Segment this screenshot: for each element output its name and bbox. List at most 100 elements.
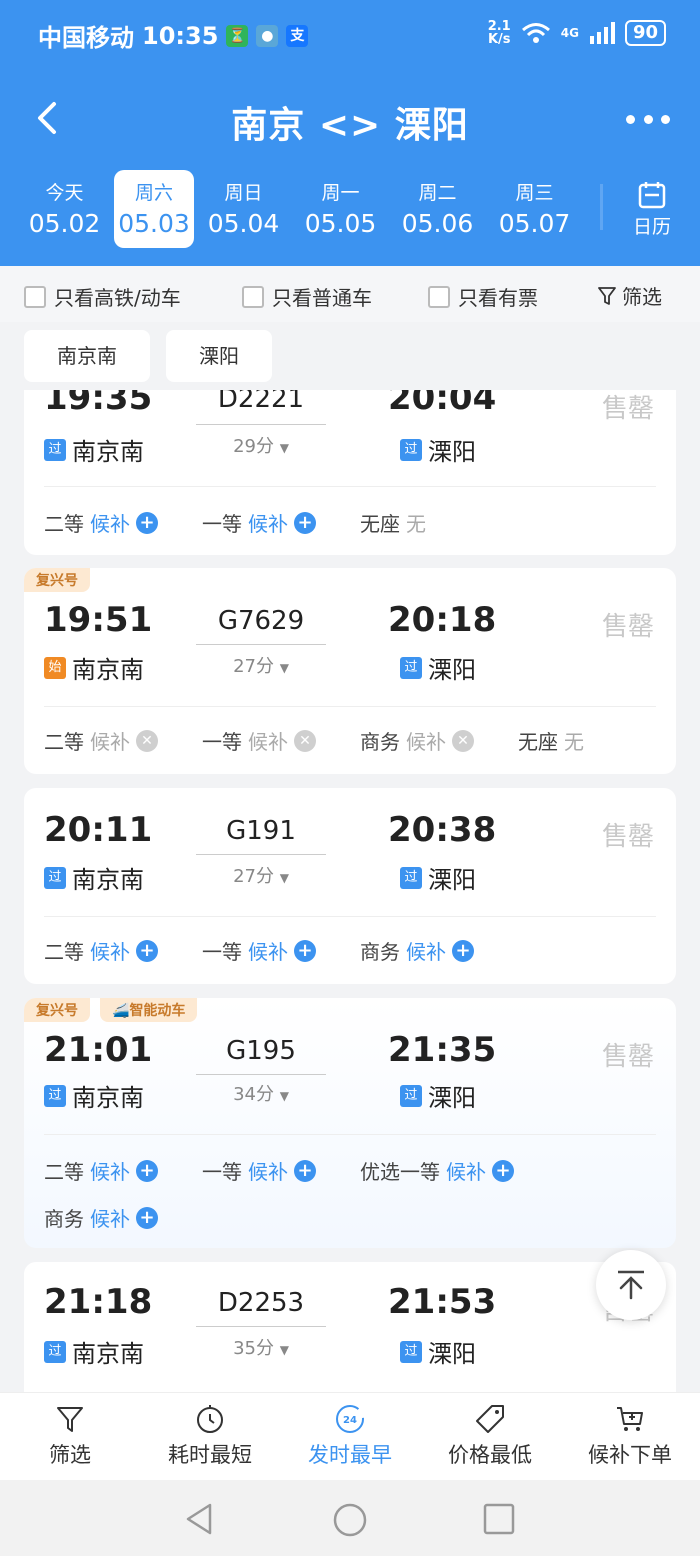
train-duration[interactable]: 27分 ▼ bbox=[196, 652, 326, 678]
seat-name: 二等 bbox=[44, 512, 84, 536]
dot-icon bbox=[661, 114, 670, 124]
fuxing-tag: 复兴号 bbox=[24, 568, 90, 592]
filter-youpiao-checkbox[interactable]: 只看有票 bbox=[428, 282, 538, 311]
caret-down-icon: ▼ bbox=[279, 1343, 289, 1357]
date-tab[interactable]: 周二 05.06 bbox=[389, 170, 486, 248]
tab-earliest[interactable]: 24 发时最早 bbox=[280, 1393, 420, 1480]
seat-name: 一等 bbox=[202, 730, 242, 754]
train-duration[interactable]: 29分 ▼ bbox=[196, 432, 326, 458]
to-station: 过 溧阳 bbox=[400, 1078, 476, 1113]
close-circle-icon: ✕ bbox=[136, 729, 158, 752]
sold-out-label: 售罄 bbox=[601, 1042, 654, 1072]
tab-cheapest[interactable]: 价格最低 bbox=[420, 1393, 560, 1480]
train-duration[interactable]: 35分 ▼ bbox=[196, 1334, 326, 1360]
seat-name: 一等 bbox=[202, 512, 242, 536]
dot-icon bbox=[643, 114, 653, 124]
seat-status: 候补 bbox=[90, 730, 130, 754]
duration-text: 27分 bbox=[233, 866, 274, 887]
seat-class[interactable]: 一等 候补 + bbox=[202, 936, 316, 965]
more-button[interactable] bbox=[626, 104, 670, 134]
date-tab[interactable]: 周三 05.07 bbox=[486, 170, 583, 248]
train-card[interactable]: 21:18 D2253 35分 ▼ 21:53 售罄 过 南京南 过 溧阳 bbox=[24, 1262, 676, 1392]
filter-bar: 只看高铁/动车 只看普通车 只看有票 筛选 bbox=[0, 266, 700, 322]
filter-button[interactable]: 筛选 bbox=[598, 281, 662, 310]
seat-class: 一等 候补 ✕ bbox=[202, 726, 316, 755]
duration-text: 27分 bbox=[233, 656, 274, 677]
header: 中国移动 10:35 ⏳ ● 支 2.1 K/s 4G 90 南京 <> 溧阳 … bbox=[0, 0, 700, 266]
from-station: 过 南京南 bbox=[44, 1078, 144, 1113]
date-value: 05.05 bbox=[304, 209, 377, 238]
station-chip-from[interactable]: 南京南 bbox=[24, 330, 150, 382]
seat-status: 无 bbox=[564, 730, 584, 754]
departure-time: 21:01 bbox=[44, 1030, 153, 1070]
date-weekday: 周六 bbox=[134, 182, 173, 204]
from-station: 始 南京南 bbox=[44, 650, 144, 685]
train-duration[interactable]: 34分 ▼ bbox=[196, 1080, 326, 1106]
to-station: 过 溧阳 bbox=[400, 1334, 476, 1369]
seat-name: 无座 bbox=[518, 730, 558, 754]
date-tab[interactable]: 周一 05.05 bbox=[292, 170, 389, 248]
tab-waitlist-order[interactable]: 候补下单 bbox=[560, 1393, 700, 1480]
filter-youpiao-label: 只看有票 bbox=[458, 286, 538, 310]
date-value: 05.04 bbox=[207, 209, 280, 238]
date-value: 05.06 bbox=[401, 209, 474, 238]
back-triangle-icon[interactable] bbox=[184, 1502, 216, 1536]
to-station: 过 溧阳 bbox=[400, 432, 476, 467]
train-card[interactable]: 复兴号 19:51 G7629 27分 ▼ 20:18 售罄 始 南京南 过 溧… bbox=[24, 568, 676, 774]
plus-icon: + bbox=[452, 939, 474, 962]
station-chip-to[interactable]: 溧阳 bbox=[166, 330, 272, 382]
date-divider bbox=[600, 184, 603, 230]
arrival-time: 20:18 bbox=[388, 600, 497, 640]
calendar-button[interactable]: 日历 bbox=[620, 176, 684, 240]
pass-badge: 过 bbox=[400, 438, 422, 461]
card-divider bbox=[44, 916, 656, 917]
train-card[interactable]: 复兴号 🚄智能动车 21:01 G195 34分 ▼ 21:35 售罄 过 南京… bbox=[24, 998, 676, 1248]
seat-class[interactable]: 一等 候补 + bbox=[202, 1156, 316, 1185]
home-circle-icon[interactable] bbox=[332, 1502, 368, 1538]
date-tab-selected[interactable]: 周六 05.03 bbox=[114, 170, 194, 248]
price-tag-icon bbox=[476, 1405, 504, 1433]
seat-class[interactable]: 优选一等 候补 + bbox=[360, 1156, 514, 1185]
filter-gaotie-checkbox[interactable]: 只看高铁/动车 bbox=[24, 282, 181, 311]
tab-label: 候补下单 bbox=[588, 1443, 672, 1467]
calendar-icon bbox=[638, 182, 666, 209]
carrier: 中国移动 bbox=[38, 24, 134, 52]
pass-badge: 过 bbox=[44, 1084, 66, 1107]
seat-status: 候补 bbox=[446, 1160, 486, 1184]
seat-class[interactable]: 商务 候补 + bbox=[360, 936, 474, 965]
to-station-name: 溧阳 bbox=[428, 1084, 476, 1112]
seat-class[interactable]: 二等 候补 + bbox=[44, 508, 158, 537]
tab-shortest[interactable]: 耗时最短 bbox=[140, 1393, 280, 1480]
date-tab[interactable]: 周日 05.04 bbox=[195, 170, 292, 248]
close-circle-icon: ✕ bbox=[452, 729, 474, 752]
train-card[interactable]: 20:11 G191 27分 ▼ 20:38 售罄 过 南京南 过 溧阳 二等 … bbox=[24, 788, 676, 984]
date-value: 05.07 bbox=[498, 209, 571, 238]
seat-class[interactable]: 二等 候补 + bbox=[44, 1156, 158, 1185]
to-station-name: 溧阳 bbox=[428, 438, 476, 466]
smart-train-text: 智能动车 bbox=[129, 1003, 186, 1019]
tab-filter[interactable]: 筛选 bbox=[0, 1393, 140, 1480]
filter-putong-checkbox[interactable]: 只看普通车 bbox=[242, 282, 372, 311]
back-to-top-button[interactable] bbox=[596, 1250, 666, 1320]
seat-class[interactable]: 二等 候补 + bbox=[44, 936, 158, 965]
filter-putong-label: 只看普通车 bbox=[272, 286, 372, 310]
calendar-label: 日历 bbox=[632, 216, 671, 238]
recents-square-icon[interactable] bbox=[482, 1502, 516, 1536]
duration-text: 34分 bbox=[233, 1084, 274, 1105]
seat-status: 候补 bbox=[248, 1160, 288, 1184]
date-tab[interactable]: 今天 05.02 bbox=[16, 170, 113, 248]
date-weekday: 周一 bbox=[321, 182, 360, 204]
seat-status: 候补 bbox=[248, 730, 288, 754]
train-card[interactable]: 19:35 D2221 29分 ▼ 20:04 售罄 过 南京南 过 溧阳 二等… bbox=[24, 390, 676, 555]
pass-badge: 过 bbox=[400, 866, 422, 889]
train-duration[interactable]: 27分 ▼ bbox=[196, 862, 326, 888]
status-left: 中国移动 10:35 ⏳ ● 支 bbox=[38, 18, 309, 53]
to-station: 过 溧阳 bbox=[400, 650, 476, 685]
seat-class[interactable]: 商务 候补 + bbox=[44, 1203, 158, 1232]
seat-class[interactable]: 一等 候补 + bbox=[202, 508, 316, 537]
seat-name: 一等 bbox=[202, 1160, 242, 1184]
from-station-name: 南京南 bbox=[72, 656, 144, 684]
seat-status: 无 bbox=[406, 512, 426, 536]
smart-train-tag: 🚄智能动车 bbox=[100, 998, 198, 1022]
departure-time: 19:35 bbox=[44, 390, 153, 418]
